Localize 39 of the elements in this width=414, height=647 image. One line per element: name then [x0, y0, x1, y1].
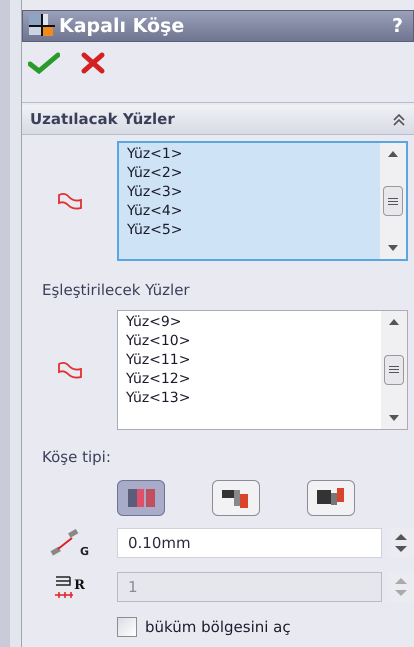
list-label: Eşleştirilecek Yüzler	[42, 280, 191, 301]
gap-symbol: G	[80, 546, 90, 557]
scroll-up-icon[interactable]	[389, 318, 399, 324]
corner-type-button[interactable]	[307, 480, 355, 516]
scrollbar[interactable]	[381, 310, 407, 428]
checkbox-label: büküm bölgesini aç	[145, 617, 291, 638]
collapse-icon[interactable]	[392, 112, 406, 126]
list-item[interactable]: Yüz<5>	[127, 221, 380, 240]
list-item[interactable]: Yüz<13>	[126, 388, 381, 408]
ok-check-icon[interactable]	[28, 52, 60, 74]
list-item[interactable]: Yüz<2>	[127, 164, 380, 183]
list-item[interactable]: Yüz<10>	[126, 332, 381, 350]
list-item[interactable]: Yüz<3>	[127, 183, 380, 202]
corner-icon	[29, 14, 55, 38]
list-item[interactable]: Yüz<12>	[126, 370, 381, 388]
scroll-down-icon[interactable]	[389, 414, 399, 420]
section-header[interactable]: Uzatılacak Yüzler	[22, 105, 414, 135]
ratio-symbol: R	[74, 579, 85, 592]
list-item[interactable]: Yüz<1>	[127, 145, 380, 164]
checkbox[interactable]	[117, 617, 137, 638]
list-item[interactable]: Yüz<9>	[126, 312, 381, 332]
scroll-up-icon[interactable]	[388, 151, 398, 157]
face-list[interactable]: Yüz<9> Yüz<10> Yüz<11> Yüz<12> Yüz<13>	[117, 310, 408, 430]
scroll-thumb[interactable]	[383, 186, 403, 216]
scroll-down-icon[interactable]	[388, 245, 398, 251]
gap-distance-icon	[50, 529, 80, 557]
face-icon	[56, 191, 84, 211]
face-list[interactable]: Yüz<1> Yüz<2> Yüz<3> Yüz<4> Yüz<5>	[117, 141, 408, 261]
face-icon	[56, 360, 84, 380]
corner-type-button[interactable]	[212, 480, 260, 516]
window-title: Kapalı Köşe	[59, 14, 184, 39]
number-field[interactable]: 0.10mm	[117, 528, 382, 558]
list-item[interactable]: Yüz<11>	[126, 350, 381, 370]
cancel-icon[interactable]	[80, 52, 106, 74]
list-item[interactable]: Yüz<4>	[127, 202, 380, 221]
section-title: Uzatılacak Yüzler	[30, 109, 175, 130]
corner-type-label: Köşe tipi:	[42, 446, 112, 468]
scrollbar[interactable]	[380, 143, 406, 259]
scroll-thumb[interactable]	[384, 354, 404, 384]
